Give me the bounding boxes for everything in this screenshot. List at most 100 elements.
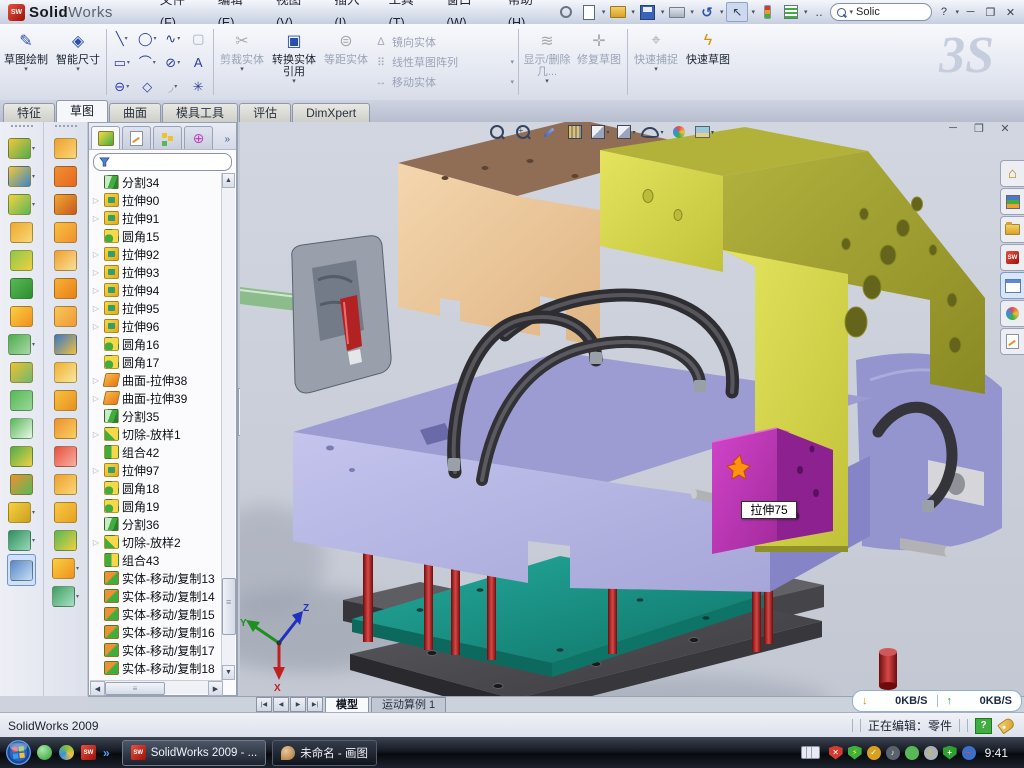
taskpane-design-library[interactable] [1000,188,1024,215]
start-button[interactable] [5,739,32,766]
tree-item[interactable]: 组合42 [90,443,223,461]
dropdown-arrow[interactable]: ▾ [127,59,130,66]
features-rib[interactable] [10,386,33,414]
tree-item[interactable]: 实体-移动/复制16 [90,623,223,641]
surfaces-swept-surface[interactable] [54,190,77,218]
save-button[interactable] [638,3,658,21]
network-icon[interactable] [905,746,919,760]
modeltab-nav-1[interactable]: ◀ [273,697,289,712]
graphics-viewport[interactable]: Y Z X ▾▾▾▾ ─ ❐ ✕ ⌂SW [240,122,1024,696]
expand-arrow[interactable]: ▷ [91,430,101,439]
dropdown-arrow[interactable]: ▾ [177,35,180,42]
features-instant3d[interactable] [7,554,36,586]
smart-dimension-button[interactable]: ◈ 智能尺寸 ▾ [52,24,104,100]
surfaces-filled-surface[interactable]: ▾ [52,554,79,582]
features-extruded-boss[interactable]: ▾ [8,134,35,162]
surfaces-freeform[interactable] [54,526,77,554]
antivirus-icon[interactable]: ✕ [829,746,843,760]
hud-zoom-fit[interactable] [485,122,508,142]
3d-model-scene[interactable]: Y Z X [240,122,1024,696]
part-clamp-insert[interactable] [240,236,391,393]
doc-close-button[interactable]: ✕ [996,122,1014,135]
minimize-button[interactable]: ─ [962,6,979,18]
ribbon-tab-4[interactable]: 评估 [239,103,291,122]
expand-arrow[interactable]: ▷ [91,268,101,277]
features-fillet[interactable]: ▾ [8,190,35,218]
panel-overflow-chevron[interactable]: » [224,134,234,149]
tree-item[interactable]: 实体-移动/复制17 [90,641,223,659]
tree-item[interactable]: ▷拉伸90 [90,191,223,209]
expand-arrow[interactable]: ▷ [91,394,101,403]
new-file-button[interactable] [579,3,599,21]
print-button[interactable] [667,3,687,21]
tree-item[interactable]: 圆角19 [90,497,223,515]
surfaces-extend-surface[interactable] [54,330,77,358]
expand-arrow[interactable]: ▷ [91,214,101,223]
quicklaunch-overflow-chevron[interactable]: » [103,746,110,760]
rebuild-button[interactable] [758,3,778,21]
dropdown-arrow[interactable]: ▾ [125,35,128,42]
tree-item[interactable]: ▷切除-放样2 [90,533,223,551]
sketch-tool-circle[interactable]: ◯▾ [135,28,161,49]
scroll-thumb[interactable]: ≡ [105,682,165,695]
tree-item[interactable]: 分割34 [90,173,223,191]
surfaces-offset-surface[interactable] [54,274,77,302]
ribbon-tab-0[interactable]: 特征 [3,103,55,122]
surfaces-knit-surface[interactable] [54,358,77,386]
tree-item[interactable]: ▷拉伸97 [90,461,223,479]
tree-item[interactable]: ▷拉伸94 [90,281,223,299]
hud-apply-scene[interactable]: ▾ [693,122,716,142]
quick-tips-button[interactable]: ? [975,718,992,734]
surfaces-trim-surface[interactable] [54,414,77,442]
features-combine[interactable] [10,442,33,470]
dropdown-arrow[interactable]: ▾ [32,537,35,544]
modeltab-nav-2[interactable]: ▶ [290,697,306,712]
dropdown-arrow[interactable]: ▾ [153,59,156,66]
expand-arrow[interactable]: ▷ [91,304,101,313]
features-chamfer[interactable] [10,274,33,302]
help-dropdown[interactable]: ▾ [955,8,959,16]
doc-restore-button[interactable]: ❐ [970,122,988,135]
features-curve[interactable]: ▾ [8,526,35,554]
tree-item[interactable]: 实体-移动/复制18 [90,659,223,677]
scroll-thumb[interactable] [222,578,236,635]
features-reference-geometry[interactable]: ▾ [8,498,35,526]
tags-icon[interactable] [997,717,1016,735]
dropdown-arrow[interactable]: ▾ [632,129,635,136]
pin-icon[interactable] [556,3,576,21]
tab-feature-manager[interactable] [91,126,120,149]
features-revolved-boss[interactable]: ▾ [8,162,35,190]
sketch-tool-ellipse[interactable]: ⊘▾ [160,52,186,73]
rapid-sketch-button[interactable]: ϟ 快速草图 [682,24,734,100]
surfaces-untrim-surface[interactable] [54,498,77,526]
surfaces-boundary-surface[interactable] [54,246,77,274]
tree-item[interactable]: ▷拉伸93 [90,263,223,281]
help-button[interactable]: ? [935,6,952,18]
model-tab-1[interactable]: 运动算例 1 [371,697,446,713]
tree-item[interactable]: ▷拉伸95 [90,299,223,317]
options-dropdown[interactable]: ▾ [804,8,808,16]
surfaces-replace-face[interactable] [54,470,77,498]
dropdown-arrow[interactable]: ▾ [154,35,157,42]
features-split[interactable] [10,414,33,442]
task-button-1[interactable]: 未命名 - 画图 [272,740,377,766]
scroll-track[interactable] [165,681,208,694]
dropdown-arrow[interactable]: ▾ [177,59,180,66]
tree-item[interactable]: 圆角15 [90,227,223,245]
ribbon-tab-2[interactable]: 曲面 [109,103,161,122]
convert-entities-button[interactable]: ▣ 转换实体引用 ▾ [268,24,320,100]
features-mirror[interactable] [10,358,33,386]
close-button[interactable]: ✕ [1002,6,1019,19]
sketch-tool-arc[interactable]: ⌒▾ [135,52,161,73]
search-input[interactable]: ▾ Solic [830,3,932,21]
surfaces-flex[interactable] [54,162,77,190]
modeltab-nav-3[interactable]: ▶| [307,697,323,712]
sync-blocked-icon[interactable]: − [962,746,976,760]
toolbar-grip[interactable] [55,125,77,132]
toolbar-grip[interactable] [11,125,33,132]
surfaces-planar-surface[interactable] [54,302,77,330]
tree-item[interactable]: 圆角16 [90,335,223,353]
new-dropdown[interactable]: ▾ [602,8,606,16]
select-dropdown[interactable]: ▾ [751,8,755,16]
surfaces-revolved-surface[interactable] [54,134,77,162]
